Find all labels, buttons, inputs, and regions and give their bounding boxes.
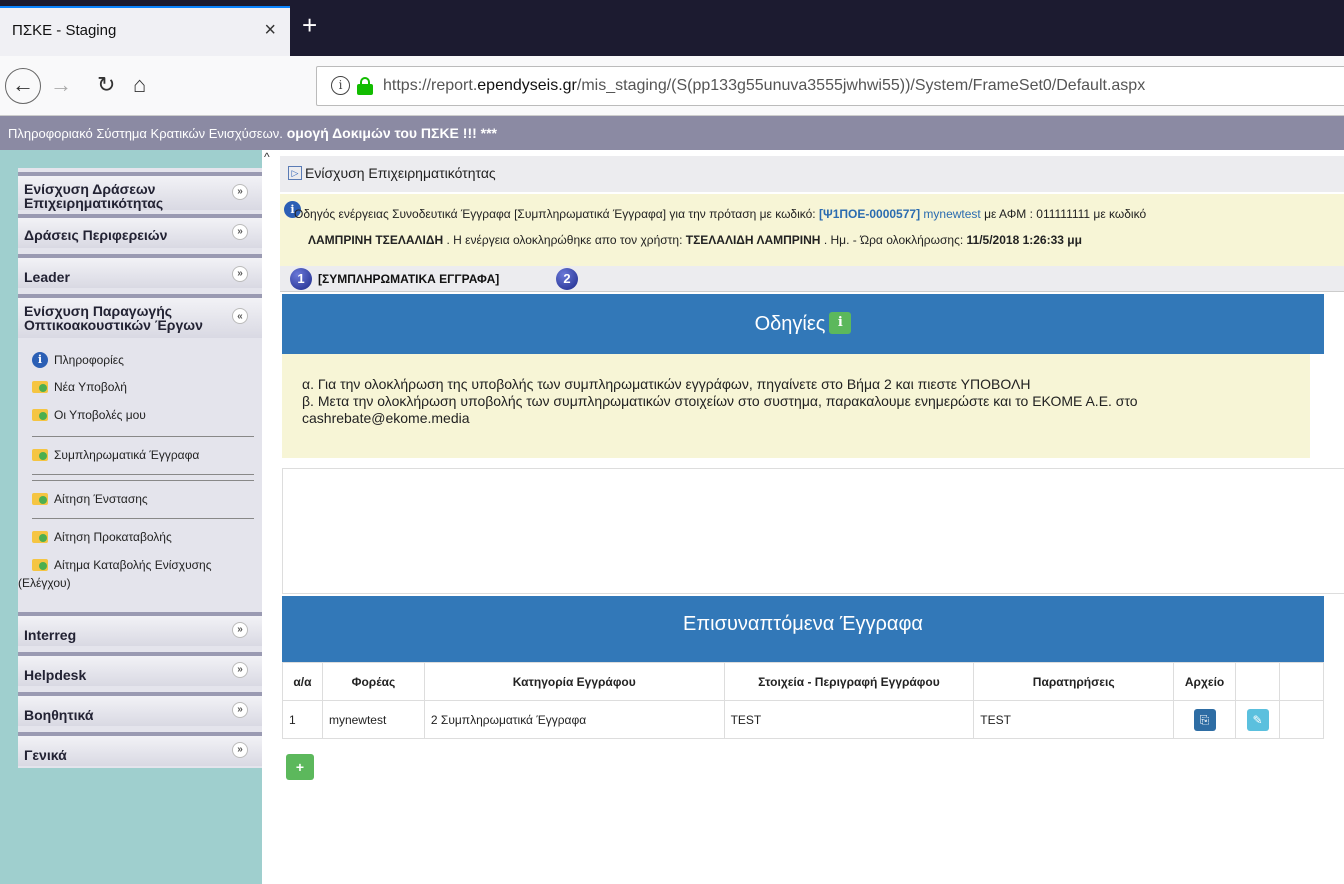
new-tab-icon[interactable]: +	[302, 12, 317, 38]
column-header: Φορέας	[321, 662, 425, 701]
sidebar-item-supplementary-docs[interactable]: Συμπληρωματικά Έγγραφα	[32, 448, 199, 462]
back-arrow-icon[interactable]: ←	[5, 68, 41, 104]
cell-foreas: mynewtest	[321, 700, 425, 739]
sidebar-item-payment-request-cont[interactable]: (Ελέγχου)	[18, 576, 71, 590]
chevron-down-icon[interactable]: »	[232, 702, 248, 718]
app-header-text: Πληροφοριακό Σύστημα Κρατικών Ενισχύσεων…	[8, 125, 498, 141]
wizard-steps: 1 [ΣΥΜΠΛΗΡΩΜΑΤΙΚΑ ΕΓΓΡΑΦΑ] 2	[280, 266, 1344, 292]
folder-icon	[32, 381, 48, 393]
sidebar: Ενίσχυση Δράσεων Επιχειρηματικότητας » Δ…	[0, 150, 262, 884]
menu-voithitika[interactable]: Βοηθητικά »	[18, 692, 262, 726]
sidebar-item-my-submissions[interactable]: Οι Υποβολές μου	[32, 408, 146, 422]
menu-optikoakoustika[interactable]: Ενίσχυση Παραγωγής Οπτικοακουστικών Έργω…	[18, 294, 262, 338]
instructions-body: α. Για την ολοκλήρωση της υποβολής των σ…	[282, 354, 1310, 458]
chevron-up-icon[interactable]: »	[232, 308, 248, 324]
menu-leader[interactable]: Leader »	[18, 254, 262, 288]
folder-icon	[32, 409, 48, 421]
folder-icon	[32, 531, 48, 543]
sidebar-item-advance-payment[interactable]: Αίτηση Προκαταβολής	[32, 530, 172, 544]
folder-icon	[32, 449, 48, 461]
user-link[interactable]: mynewtest	[920, 207, 980, 221]
address-bar[interactable]: i https://report.ependyseis.gr/mis_stagi…	[316, 66, 1344, 106]
divider	[32, 474, 254, 475]
browser-tab[interactable]: ΠΣΚΕ - Staging ×	[0, 6, 290, 56]
proposal-code[interactable]: [Ψ1ΠΟΕ-0000577]	[819, 207, 920, 221]
cell-num: 1	[282, 700, 323, 739]
sidebar-menu: Ενίσχυση Δράσεων Επιχειρηματικότητας » Δ…	[18, 168, 262, 768]
url-text[interactable]: https://report.ependyseis.gr/mis_staging…	[383, 77, 1145, 95]
info-icon: i	[32, 352, 48, 368]
column-header: Κατηγορία Εγγράφου	[423, 662, 725, 701]
download-file-icon[interactable]: ⎘	[1193, 708, 1216, 731]
cell-description: TEST	[723, 700, 975, 739]
home-icon[interactable]: ⌂	[133, 71, 146, 99]
app-header: Πληροφοριακό Σύστημα Κρατικών Ενισχύσεων…	[0, 116, 1344, 150]
info-icon[interactable]: i	[829, 312, 852, 334]
breadcrumb-label: Ενίσχυση Επιχειρηματικότητας	[305, 165, 496, 181]
main-content: ^ ▷ Ενίσχυση Επιχειρηματικότητας i Οδηγός…	[262, 150, 1344, 884]
close-tab-icon[interactable]: ×	[264, 19, 276, 42]
chevron-down-icon[interactable]: »	[232, 266, 248, 282]
chevron-down-icon[interactable]: »	[232, 184, 248, 200]
instructions-header: Οδηγίες i	[282, 294, 1324, 354]
sidebar-item-info[interactable]: i Πληροφορίες	[32, 352, 124, 368]
attachments-header: Επισυναπτόμενα Έγγραφα	[282, 596, 1324, 662]
chevron-down-icon[interactable]: »	[232, 224, 248, 240]
reload-icon[interactable]: ↻	[97, 71, 115, 99]
divider	[32, 436, 254, 437]
column-header	[1235, 662, 1280, 701]
menu-genika[interactable]: Γενικά »	[18, 732, 262, 766]
edit-icon[interactable]: ✎	[1246, 708, 1269, 731]
folder-icon	[32, 559, 48, 571]
menu-helpdesk[interactable]: Helpdesk »	[18, 652, 262, 686]
column-header: Αρχείο	[1173, 662, 1237, 701]
cell-category: 2 Συμπληρωματικά Έγγραφα	[423, 700, 725, 739]
arrow-right-icon: ▷	[288, 166, 302, 180]
chevron-down-icon[interactable]: »	[232, 742, 248, 758]
sidebar-item-payment-request[interactable]: Αίτημα Καταβολής Ενίσχυσης	[32, 558, 212, 572]
lock-icon[interactable]	[357, 77, 373, 95]
column-header: Στοιχεία - Περιγραφή Εγγράφου	[723, 662, 975, 701]
forward-arrow-icon[interactable]: →	[50, 71, 72, 99]
divider	[32, 518, 254, 519]
scroll-up-icon[interactable]: ^	[264, 150, 270, 164]
menu-interreg[interactable]: Interreg »	[18, 612, 262, 646]
sidebar-item-objection[interactable]: Αίτηση Ένστασης	[32, 492, 148, 506]
action-guide: i Οδηγός ενέργειας Συνοδευτικά Έγγραφα […	[280, 194, 1344, 266]
site-info-icon[interactable]: i	[331, 76, 350, 95]
column-header: Παρατηρήσεις	[973, 662, 1175, 701]
column-header	[1279, 662, 1324, 701]
chevron-down-icon[interactable]: »	[232, 622, 248, 638]
browser-navbar: ← → ↻ ⌂ i https://report.ependyseis.gr/m…	[0, 56, 1344, 116]
table-row: 1 mynewtest 2 Συμπληρωματικά Έγγραφα TES…	[282, 700, 1324, 739]
breadcrumb: ▷ Ενίσχυση Επιχειρηματικότητας	[280, 156, 1344, 192]
menu-enisxysi-draseon[interactable]: Ενίσχυση Δράσεων Επιχειρηματικότητας »	[18, 172, 262, 210]
attachments-table: α/α Φορέας Κατηγορία Εγγράφου Στοιχεία -…	[282, 662, 1324, 739]
folder-icon	[32, 493, 48, 505]
step-1-button[interactable]: 1	[290, 268, 312, 290]
tab-title: ΠΣΚΕ - Staging	[12, 22, 117, 39]
step-1-label[interactable]: [ΣΥΜΠΛΗΡΩΜΑΤΙΚΑ ΕΓΓΡΑΦΑ]	[318, 272, 499, 286]
chevron-down-icon[interactable]: »	[232, 662, 248, 678]
sidebar-item-new-submission[interactable]: Νέα Υποβολή	[32, 380, 127, 394]
table-header-row: α/α Φορέας Κατηγορία Εγγράφου Στοιχεία -…	[282, 662, 1324, 701]
empty-panel	[282, 468, 1344, 594]
add-document-button[interactable]: +	[286, 754, 314, 780]
browser-tabbar: ΠΣΚΕ - Staging × +	[0, 0, 1344, 56]
divider	[32, 480, 254, 481]
step-2-button[interactable]: 2	[556, 268, 578, 290]
menu-draseis-perifereion[interactable]: Δράσεις Περιφερειών »	[18, 214, 262, 248]
cell-notes: TEST	[973, 700, 1175, 739]
column-header: α/α	[282, 662, 323, 701]
